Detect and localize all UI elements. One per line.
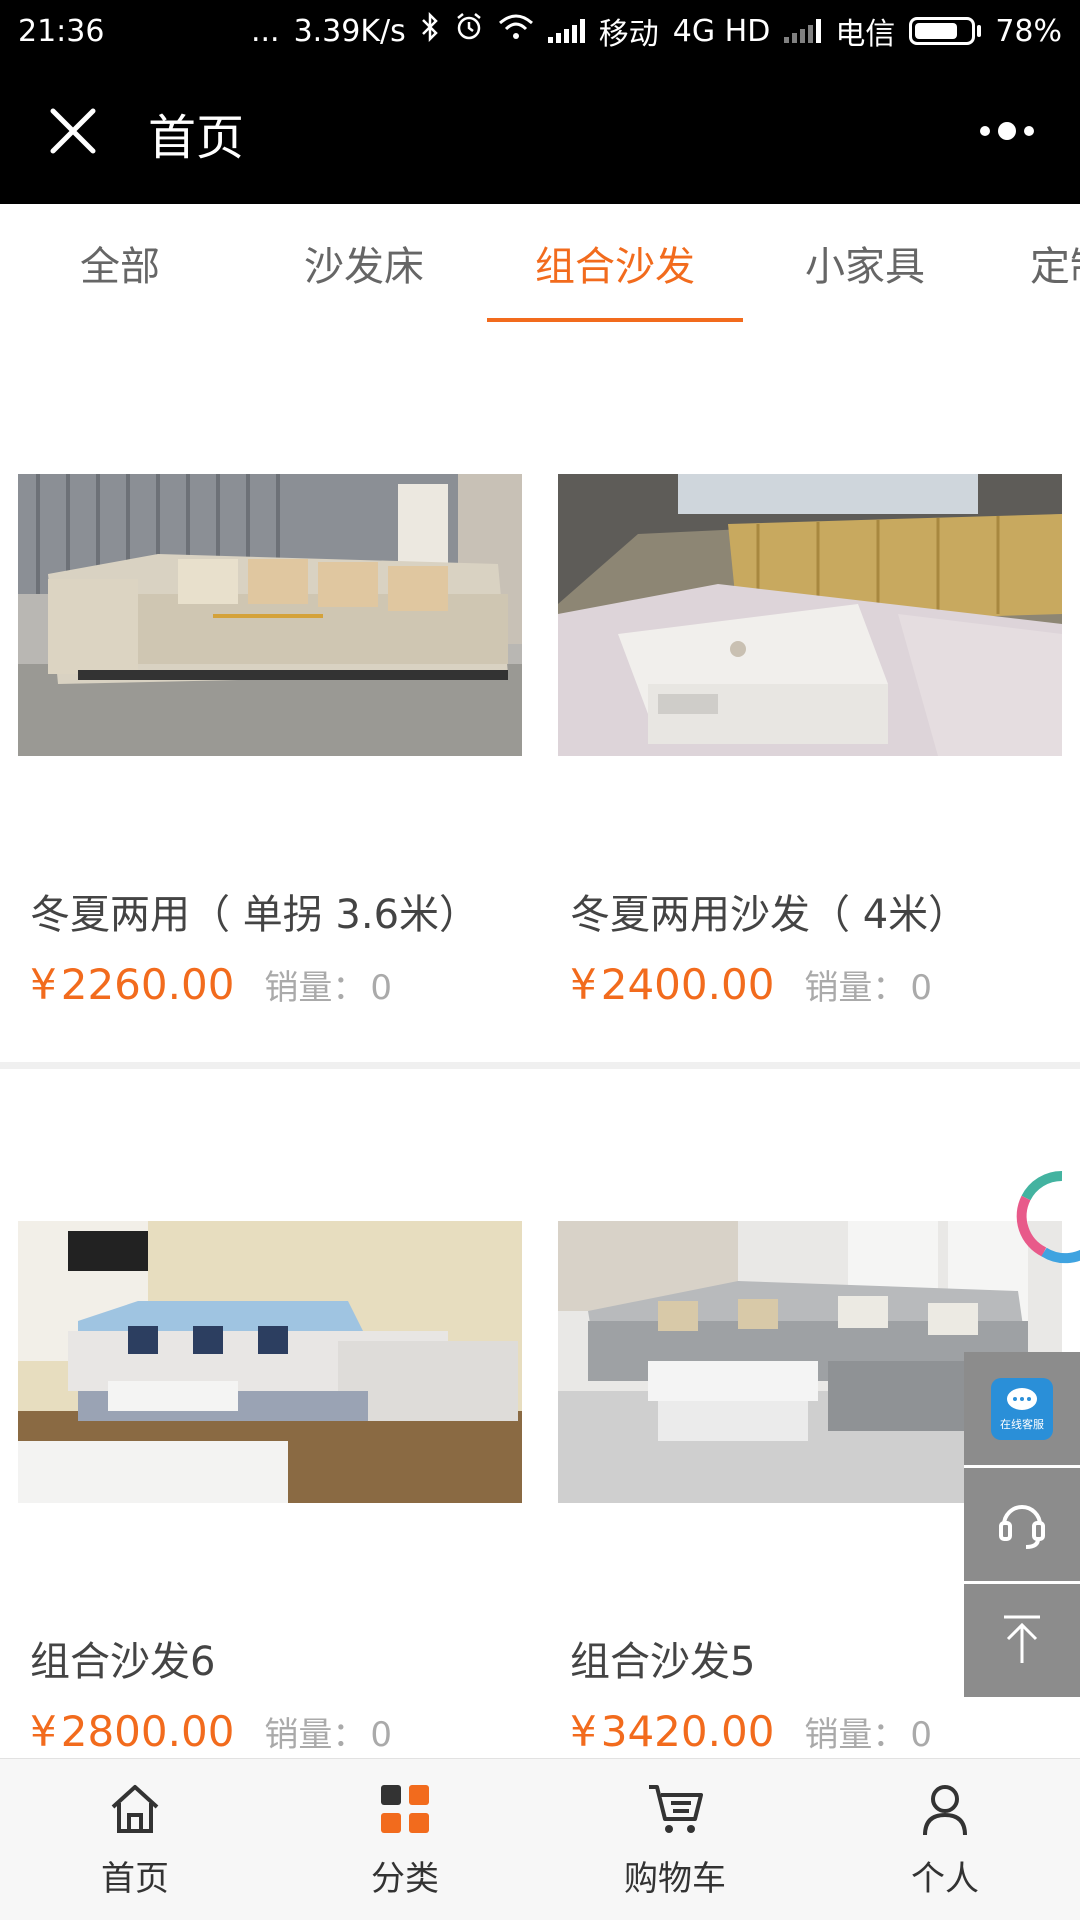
- battery-icon: [909, 17, 982, 45]
- home-icon: [105, 1779, 165, 1839]
- product-price-row: ¥ 2800.00 销量： 0: [30, 1707, 392, 1756]
- product-price: 2400.00: [600, 960, 775, 1009]
- product-image: [18, 1221, 522, 1503]
- sales-count: 0: [910, 1715, 933, 1755]
- network-type: 4G HD: [672, 13, 771, 49]
- product-row: 冬夏两用（ 单拐 3.6米） ¥ 2260.00 销量： 0 冬夏两用沙发（ 4…: [0, 322, 1080, 1062]
- product-grid: 冬夏两用（ 单拐 3.6米） ¥ 2260.00 销量： 0 冬夏两用沙发（ 4…: [0, 322, 1080, 1758]
- tab-combo-sofa[interactable]: 组合沙发: [487, 204, 743, 322]
- title-bar: 首页: [0, 62, 1080, 204]
- online-service-label: 在线客服: [1000, 1417, 1044, 1431]
- carrier-2: 电信: [835, 17, 896, 52]
- carrier-1: 移动: [598, 17, 659, 52]
- product-row: 组合沙发6 ¥ 2800.00 销量： 0 组合沙发5 ¥ 3420.00 销量…: [0, 1069, 1080, 1758]
- status-bar: 21:36 ... 3.39K/s 移动 4G HD 电信 78%: [0, 0, 1080, 62]
- category-icon: [375, 1779, 435, 1839]
- floating-side-buttons: 在线客服: [964, 1352, 1080, 1700]
- tab-custom[interactable]: 定制: [1030, 204, 1080, 322]
- sales-label: 销量：: [804, 968, 907, 1008]
- close-button[interactable]: [38, 98, 108, 168]
- price-currency: ¥: [30, 960, 57, 1009]
- bluetooth-icon: [420, 11, 440, 50]
- tab-sofa-bed[interactable]: 沙发床: [254, 204, 474, 322]
- sales-count: 0: [370, 1715, 393, 1755]
- more-icon: [977, 121, 1037, 145]
- product-image: [558, 474, 1062, 756]
- wifi-icon: [498, 13, 534, 49]
- sales-count: 0: [910, 968, 933, 1008]
- product-price: 3420.00: [600, 1707, 775, 1756]
- status-dots: ...: [250, 13, 280, 49]
- product-price: 2260.00: [60, 960, 235, 1009]
- product-image: [18, 474, 522, 756]
- battery-percent: 78%: [995, 13, 1062, 49]
- nav-home[interactable]: 首页: [0, 1759, 270, 1920]
- bottom-nav: 首页 分类 购物车 个人: [0, 1758, 1080, 1920]
- product-name: 组合沙发6: [30, 1639, 216, 1685]
- decorative-ring-icon: [1016, 1170, 1080, 1264]
- price-currency: ¥: [30, 1707, 57, 1756]
- price-currency: ¥: [570, 1707, 597, 1756]
- nav-cart[interactable]: 购物车: [540, 1759, 810, 1920]
- page-title: 首页: [148, 110, 245, 166]
- cart-icon: [645, 1779, 705, 1839]
- price-currency: ¥: [570, 960, 597, 1009]
- product-price: 2800.00: [60, 1707, 235, 1756]
- person-icon: [915, 1779, 975, 1839]
- signal-icon: [547, 19, 585, 43]
- nav-home-label: 首页: [101, 1859, 169, 1899]
- headset-icon: [994, 1495, 1050, 1555]
- product-name: 组合沙发5: [570, 1639, 756, 1685]
- product-price-row: ¥ 2400.00 销量： 0: [570, 960, 932, 1009]
- sales-label: 销量：: [804, 1715, 907, 1755]
- signal-icon-2: [784, 19, 822, 43]
- product-name: 冬夏两用（ 单拐 3.6米）: [30, 892, 480, 938]
- nav-category[interactable]: 分类: [270, 1759, 540, 1920]
- status-time: 21:36: [18, 13, 105, 49]
- close-icon: [48, 106, 98, 160]
- sales-count: 0: [370, 968, 393, 1008]
- customer-service-icon: 在线客服: [991, 1377, 1053, 1440]
- nav-profile[interactable]: 个人: [810, 1759, 1080, 1920]
- sales-label: 销量：: [264, 968, 367, 1008]
- back-to-top-icon: [998, 1613, 1046, 1669]
- product-price-row: ¥ 3420.00 销量： 0: [570, 1707, 932, 1756]
- nav-cart-label: 购物车: [624, 1859, 726, 1899]
- sales-label: 销量：: [264, 1715, 367, 1755]
- nav-category-label: 分类: [371, 1859, 439, 1899]
- more-button[interactable]: [972, 108, 1042, 158]
- product-price-row: ¥ 2260.00 销量： 0: [30, 960, 392, 1009]
- alarm-icon: [454, 12, 484, 50]
- product-name: 冬夏两用沙发（ 4米）: [570, 892, 969, 938]
- row-divider: [0, 1062, 1080, 1069]
- network-speed: 3.39K/s: [293, 13, 406, 49]
- online-service-button[interactable]: 在线客服: [964, 1352, 1080, 1468]
- tab-small-furniture[interactable]: 小家具: [760, 204, 970, 322]
- category-tabs: 全部 沙发床 组合沙发 小家具 定制: [0, 204, 1080, 322]
- back-to-top-button[interactable]: [964, 1584, 1080, 1700]
- headset-button[interactable]: [964, 1468, 1080, 1584]
- tab-all[interactable]: 全部: [20, 204, 220, 322]
- nav-profile-label: 个人: [911, 1859, 979, 1899]
